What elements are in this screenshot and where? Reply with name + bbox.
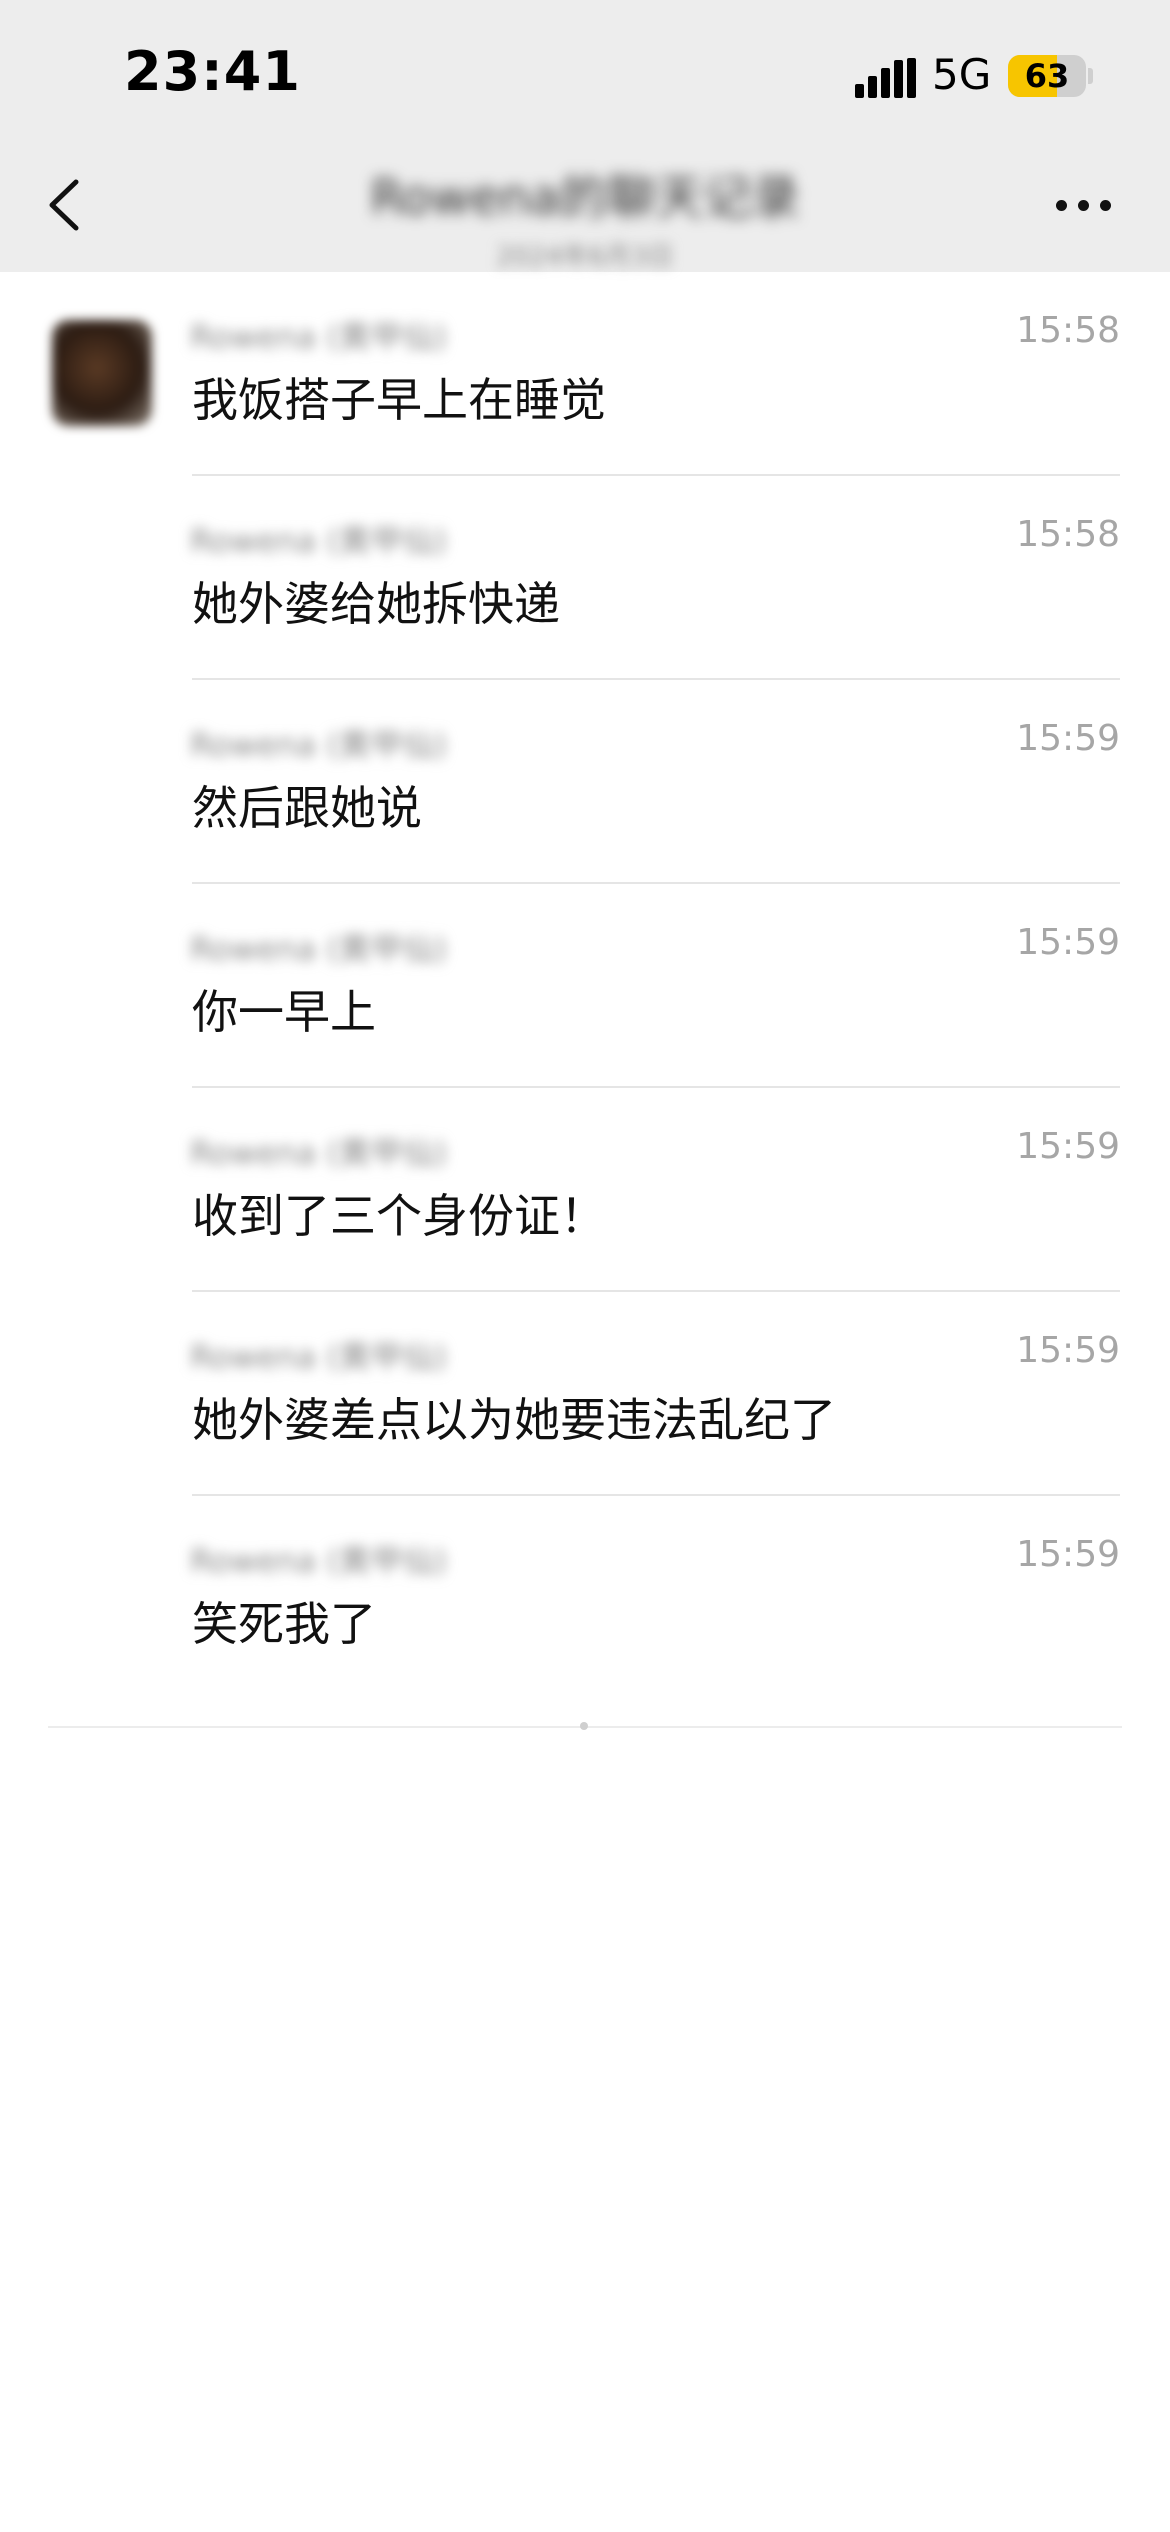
message-item[interactable]: Rowena (黄甲仙) 15:59 她外婆差点以为她要违法乱纪了 bbox=[0, 1292, 1170, 1496]
message-time: 15:59 bbox=[1016, 718, 1120, 759]
header-area: 23:41 5G 63 Rowena的聊天记录 2024年6月3日 bbox=[0, 0, 1170, 272]
message-item[interactable]: Rowena (黄甲仙) 15:58 她外婆给她拆快递 bbox=[0, 476, 1170, 680]
message-text: 笑死我了 bbox=[192, 1597, 376, 1651]
message-item[interactable]: Rowena (黄甲仙) 15:59 收到了三个身份证！ bbox=[0, 1088, 1170, 1292]
page-title: Rowena的聊天记录 bbox=[370, 170, 800, 226]
message-text: 她外婆给她拆快递 bbox=[192, 577, 560, 631]
message-text: 她外婆差点以为她要违法乱纪了 bbox=[192, 1393, 836, 1447]
message-text: 我饭搭子早上在睡觉 bbox=[192, 373, 606, 427]
sender-name: Rowena (黄甲仙) bbox=[190, 318, 448, 356]
more-dots-icon bbox=[1100, 200, 1111, 211]
battery-tip bbox=[1088, 68, 1093, 84]
message-text: 然后跟她说 bbox=[192, 781, 422, 835]
back-button[interactable] bbox=[40, 170, 100, 240]
message-item[interactable]: Rowena (黄甲仙) 15:59 笑死我了 bbox=[0, 1496, 1170, 1700]
battery-icon: 63 bbox=[1008, 55, 1086, 97]
chevron-left-icon bbox=[49, 179, 79, 231]
more-button[interactable] bbox=[1052, 190, 1116, 220]
message-time: 15:58 bbox=[1016, 310, 1120, 351]
message-time: 15:58 bbox=[1016, 514, 1120, 555]
message-item[interactable]: Rowena (黄甲仙) 15:59 你一早上 bbox=[0, 884, 1170, 1088]
list-end-dot bbox=[580, 1722, 588, 1730]
message-time: 15:59 bbox=[1016, 1330, 1120, 1371]
message-text: 你一早上 bbox=[192, 985, 376, 1039]
message-text: 收到了三个身份证！ bbox=[192, 1189, 606, 1243]
message-time: 15:59 bbox=[1016, 1126, 1120, 1167]
sender-name: Rowena (黄甲仙) bbox=[190, 1338, 448, 1376]
message-list[interactable]: Rowena (黄甲仙) 15:58 我饭搭子早上在睡觉 Rowena (黄甲仙) 15… bbox=[0, 272, 1170, 1700]
message-time: 15:59 bbox=[1016, 922, 1120, 963]
more-dots-icon bbox=[1078, 200, 1089, 211]
message-item[interactable]: Rowena (黄甲仙) 15:59 然后跟她说 bbox=[0, 680, 1170, 884]
battery-percent: 63 bbox=[1024, 57, 1070, 95]
sender-name: Rowena (黄甲仙) bbox=[190, 930, 448, 968]
message-time: 15:59 bbox=[1016, 1534, 1120, 1575]
message-item[interactable]: Rowena (黄甲仙) 15:58 我饭搭子早上在睡觉 bbox=[0, 272, 1170, 476]
sender-name: Rowena (黄甲仙) bbox=[190, 522, 448, 560]
status-time: 23:41 bbox=[124, 40, 301, 103]
sender-name: Rowena (黄甲仙) bbox=[190, 1542, 448, 1580]
sender-name: Rowena (黄甲仙) bbox=[190, 1134, 448, 1172]
nav-title-group: Rowena的聊天记录 2024年6月3日 bbox=[300, 158, 870, 273]
sender-name: Rowena (黄甲仙) bbox=[190, 726, 448, 764]
avatar[interactable] bbox=[52, 320, 152, 426]
cellular-signal-icon bbox=[855, 58, 916, 98]
page-subtitle: 2024年6月3日 bbox=[496, 242, 674, 272]
more-dots-icon bbox=[1056, 200, 1067, 211]
network-type: 5G bbox=[932, 50, 992, 99]
